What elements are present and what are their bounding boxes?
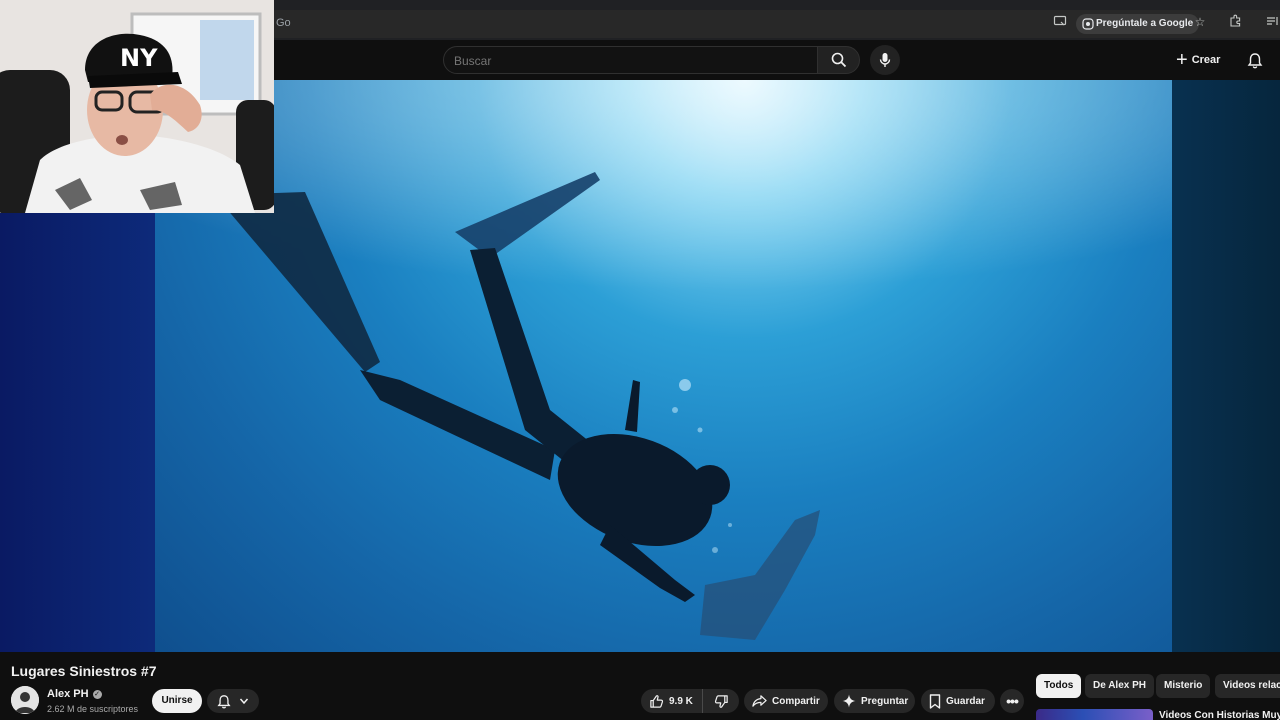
like-button[interactable]: 9.9 K [641,689,703,713]
search-icon [831,52,846,68]
reading-list-icon[interactable] [1264,14,1280,30]
bell-icon [217,694,231,708]
ask-button[interactable]: Preguntar [834,689,915,713]
share-label: Compartir [772,695,820,707]
like-dislike-group: 9.9 K [641,689,739,713]
chip-from-channel[interactable]: De Alex PH [1085,674,1154,698]
diver-raised-arm [625,380,640,432]
address-text: Go [276,17,291,29]
star-icon[interactable]: ☆ [1192,14,1208,30]
thumbs-up-icon [650,694,664,708]
second-diver [700,510,820,640]
search-box[interactable] [443,46,818,74]
thumbs-down-icon [714,694,728,708]
channel-avatar[interactable] [11,686,39,714]
search-input[interactable] [454,51,804,71]
create-button[interactable]: + Crear [1176,48,1220,72]
plus-icon: + [1176,49,1188,71]
svg-text:NY: NY [120,44,158,72]
voice-search-button[interactable] [870,45,900,75]
chip-mystery[interactable]: Misterio [1156,674,1211,698]
notifications-button[interactable] [1244,49,1266,71]
diver-scene [155,80,1172,640]
join-button[interactable]: Unirse [152,689,202,713]
create-label: Crear [1191,54,1221,66]
share-button[interactable]: Compartir [744,689,828,713]
search-button[interactable] [817,46,860,74]
diver-head [690,465,730,505]
streamer-illustration: NY [0,0,274,213]
subscription-notifications-button[interactable] [207,689,259,713]
video-title: Lugares Siniestros #7 [11,663,157,679]
save-label: Guardar [946,695,985,707]
ask-google-label: Pregúntale a Google [1096,18,1194,29]
recommendation-thumbnail[interactable] [1036,709,1153,720]
chevron-down-icon [239,698,249,705]
chip-related-videos[interactable]: Videos relac [1215,674,1280,698]
mic-icon [879,53,891,67]
dislike-button[interactable] [703,694,739,709]
share-arrow-icon [752,695,767,707]
more-horizontal-icon: ••• [1006,693,1019,709]
bell-icon [1247,52,1263,68]
subscriber-count: 2.62 M de suscriptores [47,704,139,714]
like-count: 9.9 K [669,695,693,707]
save-button[interactable]: Guardar [921,689,995,713]
ask-google-button[interactable]: Pregúntale a Google [1076,14,1200,37]
webcam-overlay: NY [0,0,274,213]
recommendation-title[interactable]: Videos Con Historias Muy [1159,710,1280,720]
avatar-icon [11,686,39,714]
sparkle-icon [842,694,856,708]
cast-icon[interactable] [1052,14,1068,30]
more-actions-button[interactable]: ••• [1000,689,1024,713]
video-player[interactable] [155,80,1172,652]
lens-icon [1082,17,1094,37]
verified-check-icon: ✓ [92,689,102,699]
ask-label: Preguntar [861,695,909,707]
channel-name: Alex PH [47,688,89,700]
chip-all[interactable]: Todos [1036,674,1082,698]
extensions-icon[interactable] [1227,14,1243,30]
bookmark-icon [929,693,941,709]
channel-name-link[interactable]: Alex PH ✓ [47,688,102,700]
